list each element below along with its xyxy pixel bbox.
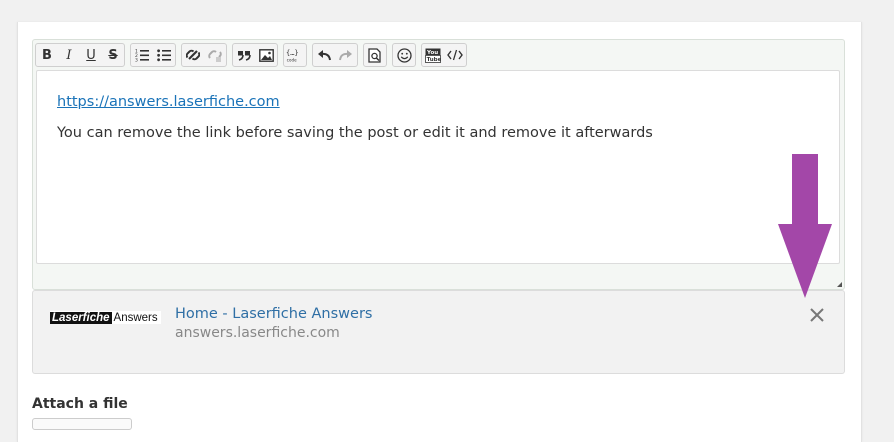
undo-button[interactable] bbox=[313, 44, 335, 66]
image-icon bbox=[258, 48, 274, 62]
embed-group: You Tube bbox=[421, 43, 467, 67]
link-icon bbox=[186, 49, 200, 61]
source-button[interactable] bbox=[444, 44, 466, 66]
laserfiche-answers-logo: Laserfiche Answers bbox=[50, 311, 161, 324]
history-group bbox=[312, 43, 358, 67]
code-group: {…} code bbox=[283, 43, 307, 67]
smiley-icon bbox=[396, 47, 412, 63]
bold-button[interactable]: B bbox=[36, 44, 58, 66]
code-snippet-icon: {…}code bbox=[286, 49, 299, 63]
redo-icon bbox=[339, 50, 352, 61]
link-group bbox=[181, 43, 227, 67]
strikethrough-icon: S bbox=[108, 47, 118, 63]
link-preview-card: Laserfiche Answers Home - Laserfiche Ans… bbox=[32, 290, 845, 374]
bold-icon: B bbox=[42, 47, 52, 63]
format-group: B I U S bbox=[35, 43, 125, 67]
svg-text:3: 3 bbox=[135, 58, 138, 63]
editor-message: You can remove the link before saving th… bbox=[57, 125, 653, 141]
logo-suffix: Answers bbox=[113, 311, 158, 324]
resize-handle[interactable] bbox=[837, 282, 842, 287]
bulleted-list-button[interactable] bbox=[153, 44, 175, 66]
preview-icon bbox=[368, 47, 381, 63]
svg-text:{…}: {…} bbox=[286, 49, 299, 57]
quote-icon bbox=[238, 51, 251, 61]
link-button[interactable] bbox=[182, 44, 204, 66]
italic-icon: I bbox=[66, 47, 72, 63]
redo-button[interactable] bbox=[335, 44, 357, 66]
unlink-button[interactable] bbox=[204, 44, 226, 66]
preview-title[interactable]: Home - Laserfiche Answers bbox=[175, 306, 372, 322]
remove-preview-button[interactable] bbox=[808, 306, 826, 324]
numbered-list-button[interactable]: 123 bbox=[131, 44, 153, 66]
insert-group bbox=[232, 43, 278, 67]
rich-text-editor: B I U S 123 {…} code You Tube https://an… bbox=[32, 39, 845, 290]
svg-text:code: code bbox=[287, 58, 298, 63]
numbered-list-icon: 123 bbox=[135, 49, 149, 63]
preview-button[interactable] bbox=[364, 44, 386, 66]
bulleted-list-icon bbox=[157, 49, 171, 62]
preview-domain: answers.laserfiche.com bbox=[175, 325, 340, 341]
code-snippet-button[interactable]: {…} code bbox=[284, 44, 306, 66]
image-button[interactable] bbox=[255, 44, 277, 66]
unlink-icon bbox=[208, 50, 222, 62]
editor-toolbar: B I U S 123 {…} code You Tube bbox=[35, 43, 467, 67]
youtube-icon: YouTube bbox=[425, 48, 441, 63]
blockquote-button[interactable] bbox=[233, 44, 255, 66]
preview-group bbox=[363, 43, 387, 67]
emoji-group bbox=[392, 43, 416, 67]
underline-button[interactable]: U bbox=[80, 44, 102, 66]
logo-brand: Laserfiche bbox=[50, 311, 112, 324]
strikethrough-button[interactable]: S bbox=[102, 44, 124, 66]
italic-button[interactable]: I bbox=[58, 44, 80, 66]
editor-text-area[interactable]: https://answers.laserfiche.com You can r… bbox=[36, 70, 840, 264]
svg-text:You: You bbox=[426, 50, 438, 56]
youtube-button[interactable]: You Tube bbox=[422, 44, 444, 66]
editor-link[interactable]: https://answers.laserfiche.com bbox=[57, 94, 280, 110]
source-code-icon bbox=[447, 49, 463, 61]
emoji-button[interactable] bbox=[393, 44, 415, 66]
list-group: 123 bbox=[130, 43, 176, 67]
svg-text:Tube: Tube bbox=[427, 57, 441, 63]
undo-icon bbox=[318, 50, 331, 61]
attach-file-label: Attach a file bbox=[32, 396, 128, 412]
underline-icon: U bbox=[86, 47, 96, 63]
close-icon bbox=[810, 308, 824, 322]
